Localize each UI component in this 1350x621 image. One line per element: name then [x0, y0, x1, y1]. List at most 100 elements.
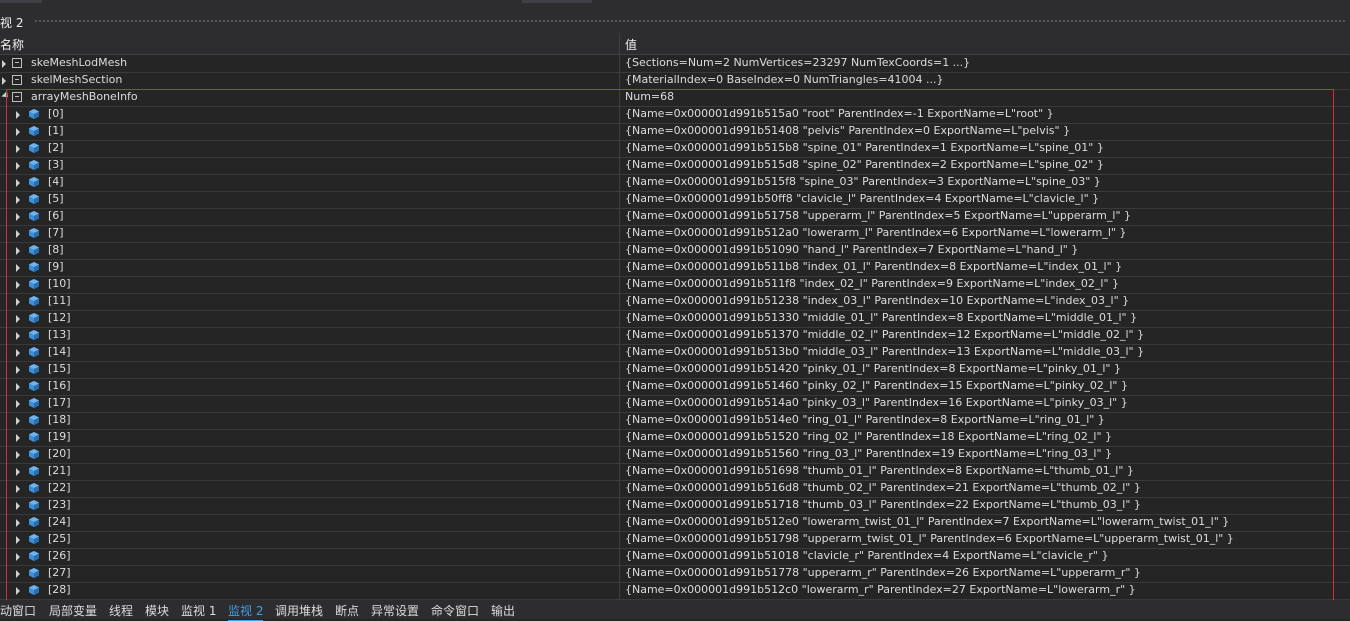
expand-arrow-icon[interactable] [16, 502, 20, 510]
expand-arrow-icon[interactable] [16, 519, 20, 527]
watch-item-name[interactable]: [21] [48, 464, 71, 477]
watch-item-value[interactable]: {Name=0x000001d991b511b8 "index_01_l" Pa… [625, 260, 1122, 273]
watch-child-row[interactable]: [5] {Name=0x000001d991b50ff8 "clavicle_l"… [0, 191, 1350, 209]
expand-arrow-icon[interactable] [16, 213, 20, 221]
bottom-tab[interactable]: 局部变量 [49, 602, 97, 619]
watch-item-name[interactable]: [19] [48, 430, 71, 443]
watch-child-row[interactable]: [19] {Name=0x000001d991b51520 "ring_02_l"… [0, 429, 1350, 447]
bottom-tab[interactable]: 异常设置 [371, 602, 419, 619]
watch-item-name[interactable]: [14] [48, 345, 71, 358]
watch-item-value[interactable]: {Name=0x000001d991b513b0 "middle_03_l" P… [625, 345, 1144, 358]
expand-arrow-icon[interactable] [16, 196, 20, 204]
watch-item-value[interactable]: {Name=0x000001d991b51408 "pelvis" Parent… [625, 124, 1070, 137]
watch-item-name[interactable]: [2] [48, 141, 64, 154]
watch-child-row[interactable]: [10] {Name=0x000001d991b511f8 "index_02_l… [0, 276, 1350, 294]
bottom-tab[interactable]: 模块 [145, 602, 169, 619]
watch-item-value[interactable]: {Name=0x000001d991b51330 "middle_01_l" P… [625, 311, 1137, 324]
watch-item-name[interactable]: [6] [48, 209, 64, 222]
expand-arrow-icon[interactable] [16, 587, 20, 595]
watch-item-value[interactable]: {Name=0x000001d991b51018 "clavicle_r" Pa… [625, 549, 1108, 562]
bottom-tab[interactable]: 监视 2 [228, 602, 264, 621]
expand-arrow-icon[interactable] [16, 570, 20, 578]
watch-item-name[interactable]: [9] [48, 260, 64, 273]
watch-item-name[interactable]: [13] [48, 328, 71, 341]
watch-child-row[interactable]: [7] {Name=0x000001d991b512a0 "lowerarm_l"… [0, 225, 1350, 243]
watch-item-value[interactable]: {MaterialIndex=0 BaseIndex=0 NumTriangle… [625, 73, 944, 86]
expand-arrow-icon[interactable] [16, 468, 20, 476]
watch-child-row[interactable]: [0] {Name=0x000001d991b515a0 "root" Paren… [0, 106, 1350, 124]
expand-arrow-icon[interactable] [16, 485, 20, 493]
watch-item-value[interactable]: {Name=0x000001d991b51520 "ring_02_l" Par… [625, 430, 1112, 443]
watch-item-name[interactable]: [11] [48, 294, 71, 307]
watch-item-name[interactable]: [26] [48, 549, 71, 562]
watch-item-value[interactable]: {Name=0x000001d991b515b8 "spine_01" Pare… [625, 141, 1104, 154]
expand-arrow-icon[interactable] [16, 162, 20, 170]
watch-child-row[interactable]: [12] {Name=0x000001d991b51330 "middle_01_… [0, 310, 1350, 328]
watch-item-value[interactable]: {Name=0x000001d991b512a0 "lowerarm_l" Pa… [625, 226, 1126, 239]
expand-arrow-icon[interactable] [16, 417, 20, 425]
bottom-tab[interactable]: 命令窗口 [431, 602, 479, 619]
watch-row[interactable]: skelMeshSection {MaterialIndex=0 BaseInde… [0, 72, 1350, 90]
watch-item-value[interactable]: Num=68 [625, 90, 674, 103]
watch-item-name[interactable]: [3] [48, 158, 64, 171]
watch-child-row[interactable]: [26] {Name=0x000001d991b51018 "clavicle_r… [0, 548, 1350, 566]
watch-item-name[interactable]: [22] [48, 481, 71, 494]
expand-arrow-icon[interactable] [16, 366, 20, 374]
watch-item-value[interactable]: {Name=0x000001d991b51238 "index_03_l" Pa… [625, 294, 1129, 307]
expand-arrow-icon[interactable] [16, 230, 20, 238]
watch-child-row[interactable]: [18] {Name=0x000001d991b514e0 "ring_01_l"… [0, 412, 1350, 430]
expand-arrow-icon[interactable] [16, 349, 20, 357]
bottom-tab[interactable]: 动窗口 [0, 602, 36, 619]
watch-item-value[interactable]: {Sections=Num=2 NumVertices=23297 NumTex… [625, 56, 970, 69]
watch-item-name[interactable]: [25] [48, 532, 71, 545]
watch-item-value[interactable]: {Name=0x000001d991b51420 "pinky_01_l" Pa… [625, 362, 1121, 375]
expand-arrow-icon[interactable] [2, 60, 6, 68]
watch-item-value[interactable]: {Name=0x000001d991b51090 "hand_l" Parent… [625, 243, 1078, 256]
expand-arrow-icon[interactable] [16, 315, 20, 323]
watch-child-row[interactable]: [25] {Name=0x000001d991b51798 "upperarm_t… [0, 531, 1350, 549]
watch-child-row[interactable]: [24] {Name=0x000001d991b512e0 "lowerarm_t… [0, 514, 1350, 532]
bottom-tab[interactable]: 断点 [335, 602, 359, 619]
watch-item-name[interactable]: [0] [48, 107, 64, 120]
watch-item-name[interactable]: [18] [48, 413, 71, 426]
watch-item-value[interactable]: {Name=0x000001d991b51718 "thumb_03_l" Pa… [625, 498, 1141, 511]
watch-item-value[interactable]: {Name=0x000001d991b51698 "thumb_01_l" Pa… [625, 464, 1134, 477]
watch-item-value[interactable]: {Name=0x000001d991b514e0 "ring_01_l" Par… [625, 413, 1105, 426]
watch-item-name[interactable]: [4] [48, 175, 64, 188]
expand-arrow-icon[interactable] [16, 264, 20, 272]
watch-item-value[interactable]: {Name=0x000001d991b515d8 "spine_02" Pare… [625, 158, 1104, 171]
expand-arrow-icon[interactable] [16, 179, 20, 187]
watch-child-row[interactable]: [27] {Name=0x000001d991b51778 "upperarm_r… [0, 565, 1350, 583]
watch-item-name[interactable]: skeMeshLodMesh [31, 56, 127, 69]
watch-item-value[interactable]: {Name=0x000001d991b514a0 "pinky_03_l" Pa… [625, 396, 1128, 409]
column-resize-handle[interactable] [619, 33, 620, 54]
watch-item-name[interactable]: [8] [48, 243, 64, 256]
watch-item-name[interactable]: [16] [48, 379, 71, 392]
watch-child-row[interactable]: [20] {Name=0x000001d991b51560 "ring_03_l"… [0, 446, 1350, 464]
watch-item-value[interactable]: {Name=0x000001d991b51798 "upperarm_twist… [625, 532, 1234, 545]
expand-arrow-icon[interactable] [16, 111, 20, 119]
watch-item-value[interactable]: {Name=0x000001d991b51778 "upperarm_r" Pa… [625, 566, 1141, 579]
watch-child-row[interactable]: [2] {Name=0x000001d991b515b8 "spine_01" P… [0, 140, 1350, 158]
watch-child-row[interactable]: [4] {Name=0x000001d991b515f8 "spine_03" P… [0, 174, 1350, 192]
watch-item-name[interactable]: [20] [48, 447, 71, 460]
watch-item-name[interactable]: skelMeshSection [31, 73, 122, 86]
watch-item-name[interactable]: [27] [48, 566, 71, 579]
watch-item-value[interactable]: {Name=0x000001d991b51370 "middle_02_l" P… [625, 328, 1144, 341]
expand-arrow-icon[interactable] [16, 298, 20, 306]
watch-item-value[interactable]: {Name=0x000001d991b50ff8 "clavicle_l" Pa… [625, 192, 1099, 205]
watch-child-row[interactable]: [3] {Name=0x000001d991b515d8 "spine_02" P… [0, 157, 1350, 175]
watch-item-value[interactable]: {Name=0x000001d991b51560 "ring_03_l" Par… [625, 447, 1112, 460]
watch-child-row[interactable]: [11] {Name=0x000001d991b51238 "index_03_l… [0, 293, 1350, 311]
bottom-tab[interactable]: 线程 [109, 602, 133, 619]
watch-item-value[interactable]: {Name=0x000001d991b515a0 "root" ParentIn… [625, 107, 1054, 120]
watch-item-name[interactable]: [5] [48, 192, 64, 205]
expand-arrow-icon[interactable] [16, 128, 20, 136]
expand-arrow-icon[interactable] [16, 332, 20, 340]
watch-child-row[interactable]: [17] {Name=0x000001d991b514a0 "pinky_03_l… [0, 395, 1350, 413]
watch-item-value[interactable]: {Name=0x000001d991b511f8 "index_02_l" Pa… [625, 277, 1119, 290]
watch-item-value[interactable]: {Name=0x000001d991b515f8 "spine_03" Pare… [625, 175, 1101, 188]
expand-arrow-icon[interactable] [2, 77, 6, 85]
watch-child-row[interactable]: [9] {Name=0x000001d991b511b8 "index_01_l"… [0, 259, 1350, 277]
collapse-arrow-icon[interactable] [1, 90, 11, 101]
